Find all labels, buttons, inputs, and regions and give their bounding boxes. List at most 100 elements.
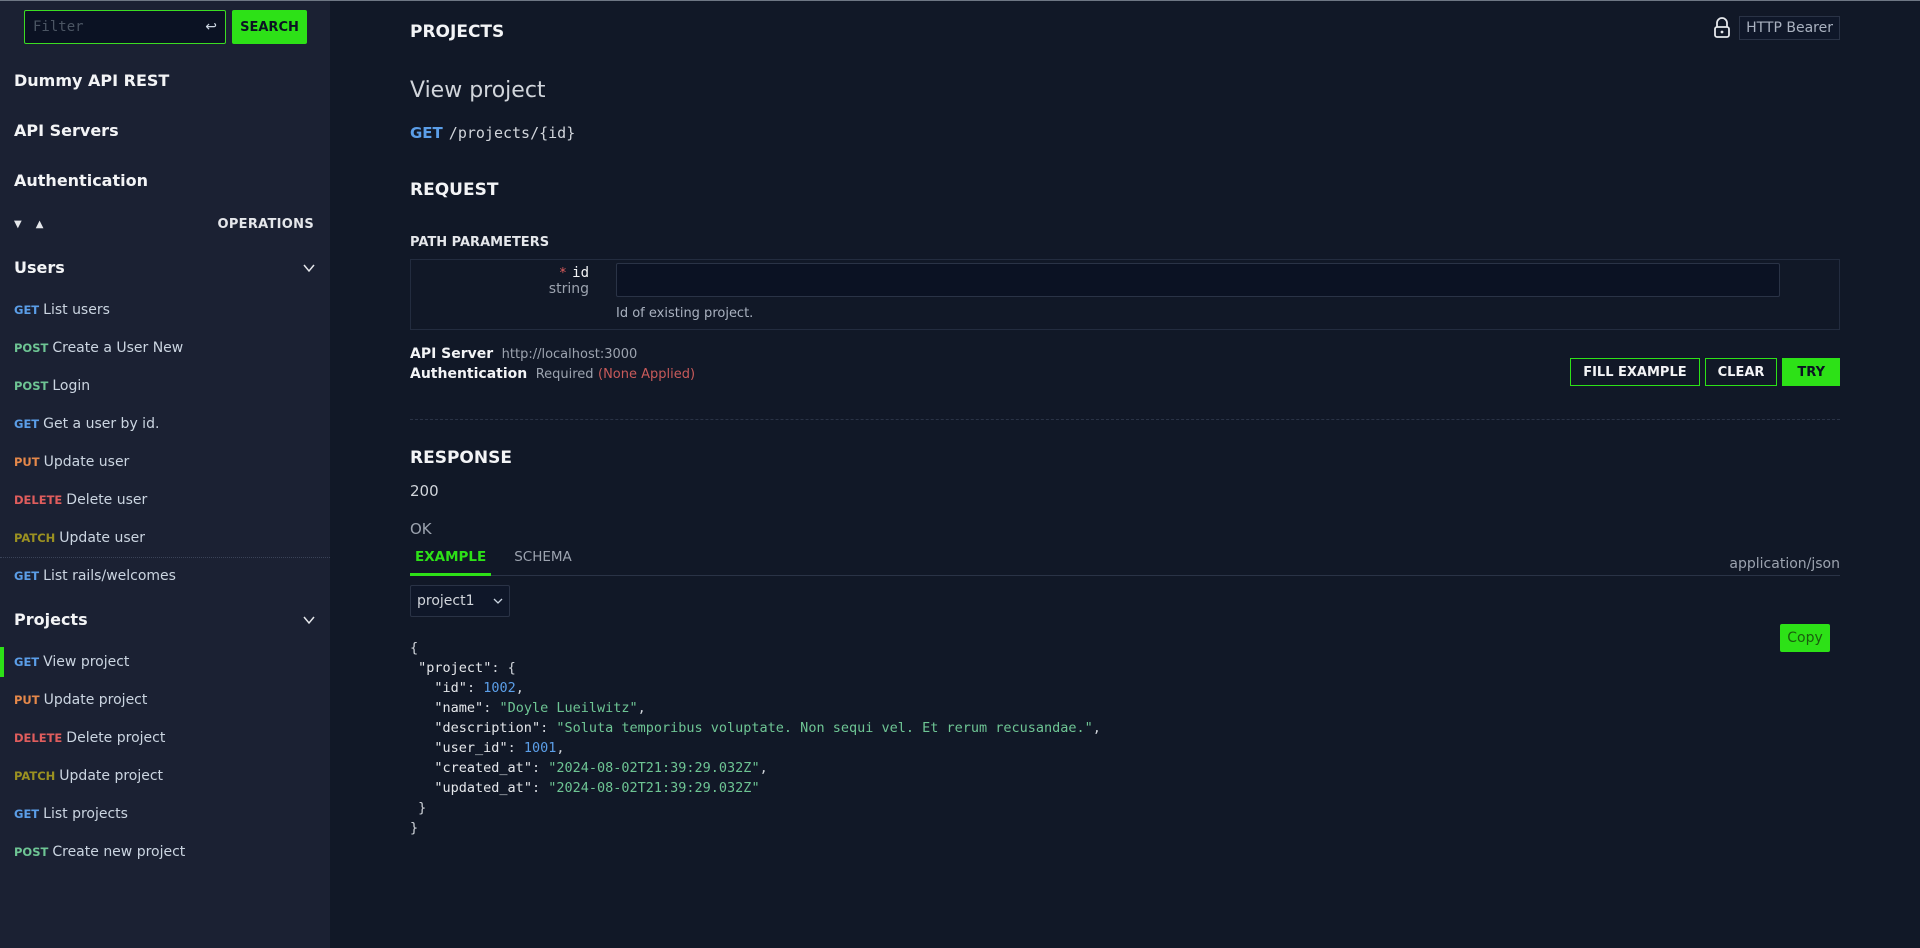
authentication-label: Authentication [410,366,528,382]
method-badge: GET [14,655,40,669]
sidebar-op-list-rails-welcomes[interactable]: GET List rails/welcomes [0,561,330,591]
required-mark: * [559,266,567,281]
response-example-code: { "project": { "id": 1002, "name": "Doyl… [410,618,1101,838]
sidebar-op-put-user[interactable]: PUT Update user [0,447,330,477]
operations-label: OPERATIONS [217,217,314,232]
code-line: { [410,640,419,656]
param-label: * id string [549,265,589,297]
method-badge: DELETE [14,731,63,745]
sidebar-op-create-project[interactable]: POST Create new project [0,837,330,867]
request-actions: FILL EXAMPLE CLEAR TRY [1570,358,1840,386]
chevron-down-icon [493,598,503,604]
chevron-down-icon [303,616,315,624]
method-badge: PUT [14,693,40,707]
filter-input[interactable] [33,19,183,35]
group-title: Users [14,258,65,277]
collapse-all-icon[interactable]: ▲ [36,219,44,230]
method-badge: PUT [14,455,40,469]
code-line: "project": { [418,660,516,676]
sidebar-op-delete-user[interactable]: DELETE Delete user [0,485,330,515]
op-label: Update project [59,768,164,784]
authentication-status: (None Applied) [598,367,696,382]
code-line: "description": "Soluta temporibus volupt… [434,720,1101,736]
nav-api-info[interactable]: Dummy API REST [14,71,169,90]
sidebar-op-patch-user[interactable]: PATCH Update user [0,523,330,553]
filter-row: ↩ SEARCH [24,10,307,44]
param-type: string [548,281,589,297]
enter-icon: ↩ [205,19,217,35]
clear-button[interactable]: CLEAR [1704,358,1778,386]
code-line: "created_at": "2024-08-02T21:39:29.032Z"… [434,760,768,776]
op-label: Create a User New [52,340,184,356]
example-select[interactable]: project1 [410,585,510,617]
method-badge: POST [14,379,49,393]
auth-indicator[interactable]: HTTP Bearer [1713,16,1840,40]
tab-schema[interactable]: SCHEMA [509,549,577,576]
op-label: Create new project [52,844,186,860]
expand-all-icon[interactable]: ▼ [14,219,22,230]
code-line: } [410,800,427,816]
group-title: Projects [14,610,88,629]
filter-field[interactable]: ↩ [24,10,226,44]
method-badge: PATCH [14,531,56,545]
sidebar-op-get-user[interactable]: GET Get a user by id. [0,409,330,439]
sidebar-op-put-project[interactable]: PUT Update project [0,685,330,715]
authentication-row: Authentication Required (None Applied) [410,366,695,382]
code-line: "id": 1002, [434,680,524,696]
nav-authentication[interactable]: Authentication [14,171,148,190]
method-badge: GET [14,417,40,431]
sidebar-divider [0,557,330,558]
path-parameters-title: PATH PARAMETERS [410,235,550,250]
try-button[interactable]: TRY [1782,358,1840,386]
code-line: "user_id": 1001, [434,740,565,756]
sidebar-op-view-project[interactable]: GET View project [0,647,330,677]
response-title: RESPONSE [410,448,512,468]
api-server-label: API Server [410,346,494,362]
param-description: Id of existing project. [616,306,754,321]
group-projects[interactable]: Projects [14,610,316,629]
lock-icon [1714,17,1730,38]
nav-api-servers[interactable]: API Servers [14,121,119,140]
chevron-down-icon [303,264,315,272]
code-line: "name": "Doyle Lueilwitz", [434,700,646,716]
search-button[interactable]: SEARCH [232,10,307,44]
section-divider [410,419,1840,420]
op-label: Update user [43,454,130,470]
tab-example[interactable]: EXAMPLE [410,549,492,576]
code-line: } [410,820,419,836]
op-label: Update project [43,692,148,708]
sidebar-op-patch-project[interactable]: PATCH Update project [0,761,330,791]
sidebar-op-delete-project[interactable]: DELETE Delete project [0,723,330,753]
method-badge: GET [14,569,40,583]
op-label: Login [52,378,91,394]
method-badge: PATCH [14,769,56,783]
group-users[interactable]: Users [14,258,316,277]
method-badge: POST [14,341,49,355]
operations-header: ▼ ▲ OPERATIONS [14,217,314,232]
fill-example-button[interactable]: FILL EXAMPLE [1570,358,1700,386]
op-label: Update user [59,530,145,546]
response-status-code: 200 [410,482,439,500]
request-title: REQUEST [410,180,499,200]
endpoint-path: GET/projects/{id} [410,124,575,142]
example-select-value: project1 [417,593,475,609]
sidebar-op-list-users[interactable]: GET List users [0,295,330,325]
method-badge: GET [14,303,40,317]
sidebar-op-list-projects[interactable]: GET List projects [0,799,330,829]
copy-button[interactable]: Copy [1780,624,1830,652]
api-server-row: API Server http://localhost:3000 [410,346,637,362]
op-label: Get a user by id. [43,416,160,432]
param-name: id [572,265,589,281]
id-param-input[interactable] [616,263,1780,297]
op-label: List projects [43,806,128,822]
response-mime-type: application/json [1729,556,1840,572]
sidebar-op-create-user[interactable]: POST Create a User New [0,333,330,363]
method-badge: GET [14,807,40,821]
path-parameters-box: * id string Id of existing project. [410,259,1840,330]
auth-badge: HTTP Bearer [1739,16,1840,40]
operation-title: View project [410,78,546,103]
authentication-value: Required [535,367,594,382]
response-tabs: EXAMPLE SCHEMA [410,549,1840,576]
op-label: Delete project [66,730,166,746]
sidebar-op-login[interactable]: POST Login [0,371,330,401]
